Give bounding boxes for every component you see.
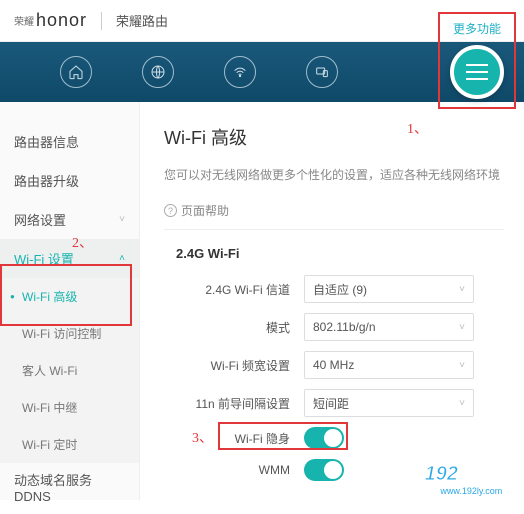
toggle-wmm[interactable] [304,459,344,481]
page-help-link[interactable]: ? 页面帮助 [164,202,504,219]
nav-band: 更多功能 [0,42,524,102]
device-name: 荣耀路由 [116,11,168,30]
chevron-down-icon: ˅ [459,398,465,409]
home-icon[interactable] [60,56,92,88]
help-icon: ? [164,204,177,217]
sidebar: 路由器信息 路由器升级 网络设置˅ Wi-Fi 设置˄ Wi-Fi 高级 Wi-… [0,102,140,500]
chevron-down-icon: ˅ [459,360,465,371]
watermark: 192路由网 www.192ly.com [425,457,518,496]
more-menu-label: 更多功能 [440,14,514,45]
chevron-up-icon: ˄ [119,253,125,264]
sidebar-item-guest-wifi[interactable]: 客人 Wi-Fi [0,352,139,389]
select-bandwidth[interactable]: 40 MHz˅ [304,351,474,379]
divider [164,229,504,230]
chevron-down-icon: ˅ [459,322,465,333]
page-description: 您可以对无线网络做更多个性化的设置，适应各种无线网络环境 [164,166,504,184]
annotation-2: 2、 [72,232,93,252]
label-bandwidth: Wi-Fi 频宽设置 [164,357,304,374]
select-channel[interactable]: 自适应 (9)˅ [304,275,474,303]
devices-icon[interactable] [306,56,338,88]
row-channel: 2.4G Wi-Fi 信道 自适应 (9)˅ [164,275,504,303]
sidebar-item-network[interactable]: 网络设置˅ [0,200,139,239]
label-mode: 模式 [164,319,304,336]
hamburger-button[interactable] [450,45,504,99]
body: 路由器信息 路由器升级 网络设置˅ Wi-Fi 设置˄ Wi-Fi 高级 Wi-… [0,102,524,500]
globe-icon[interactable] [142,56,174,88]
page-title: Wi-Fi 高级 [164,124,504,150]
sidebar-item-ddns[interactable]: 动态域名服务 DDNS [0,463,139,514]
sidebar-item-wifi-bridge[interactable]: Wi-Fi 中继 [0,389,139,426]
sidebar-item-wifi-advanced[interactable]: Wi-Fi 高级 [0,278,139,315]
toggle-wifi-hide[interactable] [304,427,344,449]
label-wmm: WMM [164,463,304,477]
sidebar-item-wifi-timer[interactable]: Wi-Fi 定时 [0,426,139,463]
divider [101,12,102,30]
row-mode: 模式 802.11b/g/n˅ [164,313,504,341]
row-bandwidth: Wi-Fi 频宽设置 40 MHz˅ [164,351,504,379]
more-menu-highlight: 更多功能 [438,12,516,109]
content-area: Wi-Fi 高级 您可以对无线网络做更多个性化的设置，适应各种无线网络环境 ? … [140,102,524,500]
section-title: 2.4G Wi-Fi [176,246,504,261]
logo-prefix: 荣耀 [14,13,34,28]
chevron-down-icon: ˅ [459,284,465,295]
row-wifi-hide: Wi-Fi 隐身 [164,427,504,449]
label-wifi-hide: Wi-Fi 隐身 [164,430,304,447]
brand-logo: honor [36,10,87,31]
sidebar-item-wifi-settings[interactable]: Wi-Fi 设置˄ [0,239,139,278]
sidebar-item-router-info[interactable]: 路由器信息 [0,122,139,161]
select-guard-interval[interactable]: 短间距˅ [304,389,474,417]
sidebar-item-router-upgrade[interactable]: 路由器升级 [0,161,139,200]
label-guard-interval: 11n 前导间隔设置 [164,395,304,412]
label-channel: 2.4G Wi-Fi 信道 [164,281,304,298]
chevron-down-icon: ˅ [119,214,125,225]
annotation-3: 3、 [192,427,213,447]
wifi-icon[interactable] [224,56,256,88]
select-mode[interactable]: 802.11b/g/n˅ [304,313,474,341]
sidebar-item-wifi-access[interactable]: Wi-Fi 访问控制 [0,315,139,352]
row-guard-interval: 11n 前导间隔设置 短间距˅ [164,389,504,417]
